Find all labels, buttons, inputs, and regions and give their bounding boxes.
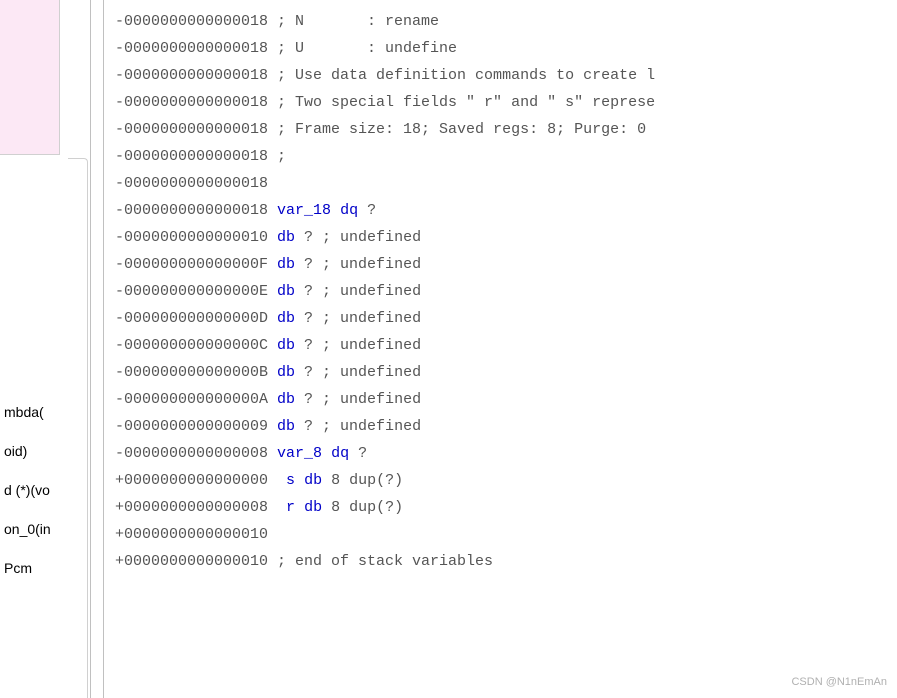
watermark: CSDN @N1nEmAn: [791, 676, 887, 688]
code-line[interactable]: -0000000000000010 db ? ; undefined: [115, 224, 897, 251]
code-line[interactable]: -0000000000000018 ; Use data definition …: [115, 62, 897, 89]
left-panel-highlight: [0, 0, 60, 155]
func-item[interactable]: mbda(: [0, 400, 68, 424]
code-line[interactable]: -0000000000000018: [115, 170, 897, 197]
code-line[interactable]: -000000000000000A db ? ; undefined: [115, 386, 897, 413]
code-line[interactable]: -0000000000000018 ; N : rename: [115, 8, 897, 35]
left-panel-border: [68, 158, 88, 698]
code-line[interactable]: +0000000000000000 s db 8 dup(?): [115, 467, 897, 494]
code-line[interactable]: -000000000000000E db ? ; undefined: [115, 278, 897, 305]
code-line[interactable]: -0000000000000018 ; U : undefine: [115, 35, 897, 62]
code-line[interactable]: -0000000000000009 db ? ; undefined: [115, 413, 897, 440]
code-line[interactable]: +0000000000000010: [115, 521, 897, 548]
separator-2: [103, 0, 104, 698]
code-line[interactable]: -0000000000000018 ; Two special fields "…: [115, 89, 897, 116]
code-line[interactable]: +0000000000000008 r db 8 dup(?): [115, 494, 897, 521]
func-item[interactable]: d (*)(vo: [0, 478, 68, 502]
code-line[interactable]: -0000000000000018 ; Frame size: 18; Save…: [115, 116, 897, 143]
code-line[interactable]: -000000000000000D db ? ; undefined: [115, 305, 897, 332]
disassembly-view[interactable]: -0000000000000018 ; N : rename-000000000…: [115, 8, 897, 575]
code-line[interactable]: -000000000000000C db ? ; undefined: [115, 332, 897, 359]
func-item[interactable]: Pcm: [0, 556, 68, 580]
code-line[interactable]: -000000000000000B db ? ; undefined: [115, 359, 897, 386]
code-line[interactable]: -000000000000000F db ? ; undefined: [115, 251, 897, 278]
left-panel-items: mbda( oid) d (*)(vo on_0(in Pcm: [0, 400, 68, 595]
left-panel: mbda( oid) d (*)(vo on_0(in Pcm: [0, 0, 68, 698]
code-line[interactable]: -0000000000000018 ;: [115, 143, 897, 170]
code-line[interactable]: +0000000000000010 ; end of stack variabl…: [115, 548, 897, 575]
func-item[interactable]: on_0(in: [0, 517, 68, 541]
separator-1: [90, 0, 91, 698]
func-item[interactable]: oid): [0, 439, 68, 463]
code-line[interactable]: -0000000000000008 var_8 dq ?: [115, 440, 897, 467]
code-line[interactable]: -0000000000000018 var_18 dq ?: [115, 197, 897, 224]
